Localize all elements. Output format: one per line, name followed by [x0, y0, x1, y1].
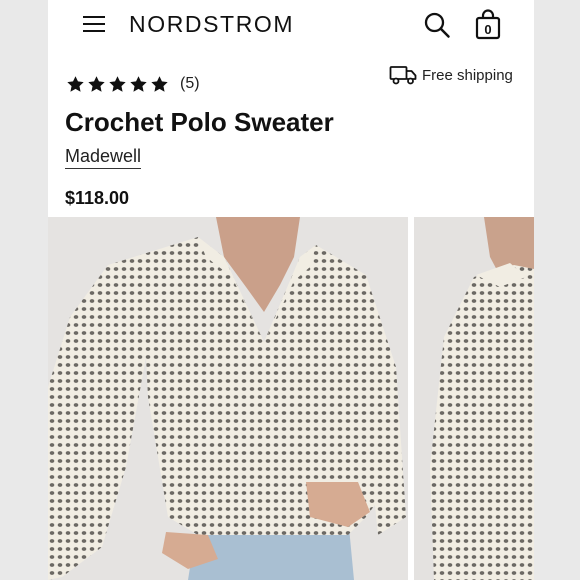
product-image-side[interactable] [414, 217, 534, 580]
product-rating[interactable]: (5) [66, 72, 200, 96]
product-page: NORDSTROM 0 (5) Free shipping Crochet Po… [48, 0, 534, 580]
product-image-gallery[interactable] [48, 217, 534, 580]
truck-icon [389, 66, 417, 85]
brand-logo[interactable]: NORDSTROM [129, 11, 294, 38]
product-image-front[interactable] [48, 217, 408, 580]
star-icon [67, 75, 84, 92]
bag-count-badge: 0 [484, 22, 492, 37]
star-rating [66, 75, 169, 94]
search-icon[interactable] [423, 11, 451, 39]
star-icon [109, 75, 126, 92]
top-navigation-bar: NORDSTROM 0 [48, 0, 534, 52]
free-shipping-label: Free shipping [422, 66, 513, 84]
star-icon [88, 75, 105, 92]
star-icon [130, 75, 147, 92]
product-brand-link[interactable]: Madewell [65, 146, 142, 169]
product-price: $118.00 [65, 188, 130, 208]
product-title: Crochet Polo Sweater [65, 107, 334, 137]
star-icon [151, 75, 168, 92]
review-count[interactable]: (5) [180, 75, 200, 93]
shopping-bag-icon[interactable]: 0 [474, 9, 502, 41]
hamburger-menu-icon[interactable] [83, 14, 105, 34]
free-shipping-info[interactable]: Free shipping [389, 64, 513, 86]
